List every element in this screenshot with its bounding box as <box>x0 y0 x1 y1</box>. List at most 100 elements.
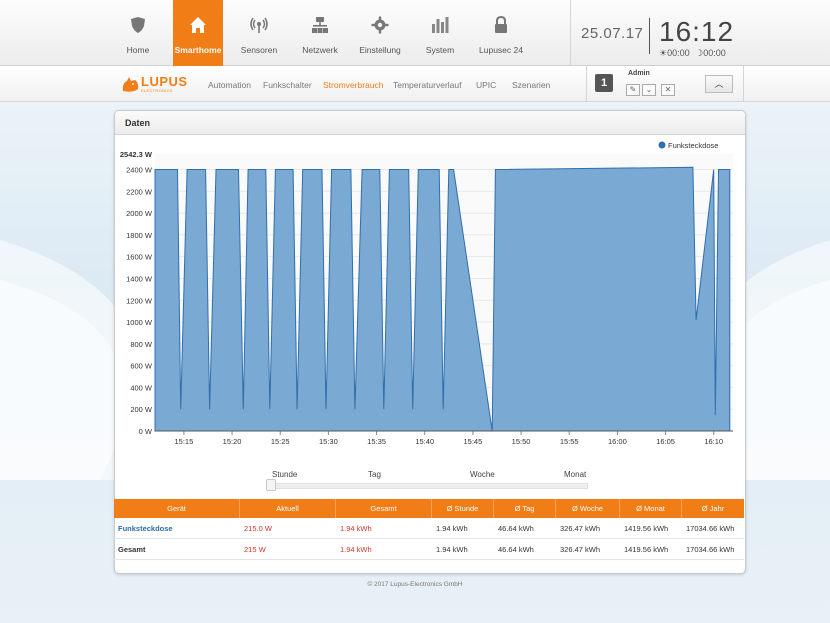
nav-item-einstellung[interactable]: Einstellung <box>350 0 410 66</box>
range-slider-handle[interactable] <box>266 479 276 491</box>
cell-avg-day: 46.64 kWh <box>498 545 534 554</box>
top-navigation: Home Smarthome Sensoren Netzwerk Einstel… <box>0 0 830 66</box>
logo-tagline: ELECTRONICS <box>141 88 173 93</box>
range-slider-track[interactable] <box>268 483 588 489</box>
x-tick-label: 15:30 <box>319 437 338 446</box>
nav-item-label: Einstellung <box>359 45 401 55</box>
range-label-monat[interactable]: Monat <box>564 470 586 479</box>
nav-item-label: Lupusec 24 <box>479 45 523 55</box>
collapse-button[interactable]: ︿ <box>705 75 733 93</box>
y-tick-label: 2200 W <box>126 187 153 196</box>
panel-header: Daten <box>115 111 745 135</box>
y-tick-label: 2000 W <box>126 209 153 218</box>
nav-item-label: System <box>425 45 455 55</box>
sunset-icon: ☽ <box>695 48 704 58</box>
table-header: Gerät Aktuell Gesamt Ø Stunde Ø Tag Ø Wo… <box>114 499 744 518</box>
col-aktuell: Aktuell <box>240 499 336 518</box>
col-stunde: Ø Stunde <box>432 499 494 518</box>
sun-times: ☀00:00 ☽00:00 <box>659 48 726 59</box>
power-chart: 0 W 200 W 400 W 600 W 800 W 1000 W 1200 W 1400 … <box>115 136 745 446</box>
subnav-funkschalter[interactable]: Funkschalter <box>263 80 312 90</box>
user-name: Admin <box>628 70 650 77</box>
subnav-automation[interactable]: Automation <box>208 80 251 90</box>
x-tick-label: 16:00 <box>608 437 627 446</box>
x-tick-label: 15:35 <box>367 437 386 446</box>
col-geraet: Gerät <box>114 499 240 518</box>
nav-item-sensoren[interactable]: Sensoren <box>229 0 289 66</box>
user-badge: 1 <box>595 74 613 92</box>
subnav-stromverbrauch[interactable]: Stromverbrauch <box>323 80 383 90</box>
x-tick-label: 15:25 <box>271 437 290 446</box>
col-gesamt: Gesamt <box>336 499 432 518</box>
cell-total: 1.94 kWh <box>340 545 372 554</box>
nav-item-smarthome[interactable]: Smarthome <box>173 0 223 66</box>
x-tick-label: 15:20 <box>223 437 242 446</box>
cell-avg-hour: 1.94 kWh <box>436 524 468 533</box>
col-monat: Ø Monat <box>620 499 682 518</box>
nav-item-system[interactable]: System <box>410 0 470 66</box>
y-tick-label: 200 W <box>130 405 153 414</box>
power-chart-svg: 0 W 200 W 400 W 600 W 800 W 1000 W 1200 W 1400 … <box>120 141 733 446</box>
x-tick-label: 15:40 <box>415 437 434 446</box>
cell-avg-day: 46.64 kWh <box>498 524 534 533</box>
lupus-logo[interactable]: LUPUS ELECTRONICS <box>121 73 197 97</box>
y-tick-label: 1600 W <box>126 253 153 262</box>
nav-item-label: Sensoren <box>240 45 278 55</box>
cell-device: Gesamt <box>118 545 146 554</box>
table-row: Funksteckdose 215.0 W 1.94 kWh 1.94 kWh … <box>114 518 744 539</box>
nav-item-label: Netzwerk <box>302 45 338 55</box>
clock-panel: 25.07.17 16:12 ☀00:00 ☽00:00 <box>570 0 740 66</box>
close-icon[interactable]: ✕ <box>661 84 675 96</box>
x-tick-label: 16:05 <box>656 437 675 446</box>
nav-item-lupusec24[interactable]: Lupusec 24 <box>471 0 531 66</box>
cell-avg-hour: 1.94 kWh <box>436 545 468 554</box>
cell-avg-week: 326.47 kWh <box>560 524 601 533</box>
subnav-upic[interactable]: UPIC <box>476 80 496 90</box>
x-tick-label: 15:55 <box>560 437 579 446</box>
range-label-tag[interactable]: Tag <box>368 470 381 479</box>
y-tick-label: 400 W <box>130 383 153 392</box>
house-icon <box>190 17 206 33</box>
y-tick-label: 600 W <box>130 362 153 371</box>
nav-item-home[interactable]: Home <box>108 0 168 66</box>
range-label-woche[interactable]: Woche <box>470 470 495 479</box>
table-row: Gesamt 215 W 1.94 kWh 1.94 kWh 46.64 kWh… <box>114 539 744 560</box>
legend-marker <box>658 141 666 149</box>
cell-total: 1.94 kWh <box>340 524 372 533</box>
y-tick-label: 1200 W <box>126 296 153 305</box>
x-tick-label: 15:15 <box>175 437 194 446</box>
y-tick-label: 2400 W <box>126 166 153 175</box>
col-jahr: Ø Jahr <box>701 504 725 513</box>
current-date: 25.07.17 <box>581 25 644 42</box>
cell-avg-year: 17034.66 kWh <box>686 545 735 554</box>
x-tick-label: 16:10 <box>704 437 723 446</box>
cell-avg-month: 1419.56 kWh <box>624 545 669 554</box>
range-label-stunde[interactable]: Stunde <box>272 470 297 479</box>
subnav-szenarien[interactable]: Szenarien <box>512 80 550 90</box>
y-tick-label: 0 W <box>139 427 153 436</box>
current-time: 16:12 <box>659 16 735 47</box>
edit-icon[interactable]: ✎ <box>626 84 640 96</box>
chevron-down-icon[interactable]: ⌄ <box>642 84 656 96</box>
fox-icon <box>122 77 139 92</box>
x-tick-label: 15:50 <box>512 437 531 446</box>
lock-icon <box>495 16 507 33</box>
cell-avg-week: 326.47 kWh <box>560 545 601 554</box>
panel-title: Daten <box>125 118 151 128</box>
logo-text: LUPUS <box>141 74 188 89</box>
subnav-temperaturverlauf[interactable]: Temperaturverlauf <box>393 80 462 90</box>
sunset-time: 00:00 <box>703 48 726 58</box>
col-tag: Ø Tag <box>494 499 556 518</box>
cell-current: 215 W <box>244 545 266 554</box>
cell-device[interactable]: Funksteckdose <box>114 518 173 539</box>
gear-icon <box>371 16 389 34</box>
nav-item-netzwerk[interactable]: Netzwerk <box>290 0 350 66</box>
y-max-label: 2542.3 W <box>120 150 153 159</box>
sunrise-icon: ☀ <box>659 48 668 58</box>
col-woche: Ø Woche <box>556 499 620 518</box>
y-tick-label: 1000 W <box>126 318 153 327</box>
legend-label: Funksteckdose <box>668 141 718 150</box>
nav-item-label: Smarthome <box>174 45 222 55</box>
clock-divider <box>649 18 650 54</box>
bars-icon <box>432 17 449 33</box>
